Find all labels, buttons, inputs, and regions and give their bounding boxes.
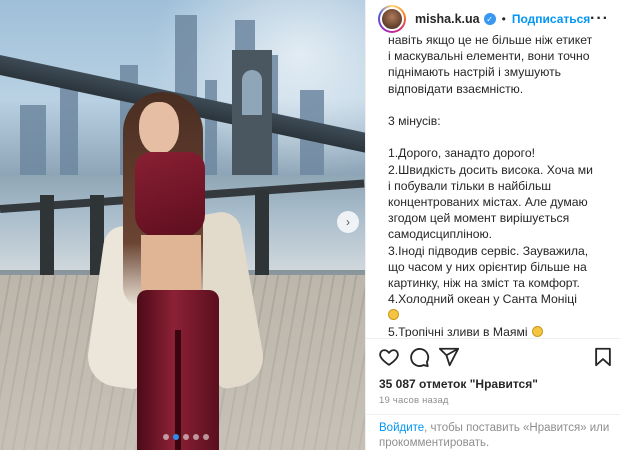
carousel-dot <box>163 434 169 440</box>
separator-dot: • <box>501 12 506 26</box>
carousel-next-button[interactable]: › <box>337 211 359 233</box>
caption-line: самодисципліною. <box>388 227 493 242</box>
caption-line: концентрованих містах. Але думаю <box>388 195 588 209</box>
caption-line: 3.Іноді підводив сервіс. Зауважила, <box>388 243 589 258</box>
carousel-dot <box>203 434 209 440</box>
caption-line <box>388 97 613 113</box>
divider <box>366 338 620 339</box>
caption-line: 4.Холодний океан у Санта Моніці <box>388 292 577 307</box>
caption-line: піднімають настрій і змушують <box>388 65 562 80</box>
caption-line: і побували тільки в найбільш <box>388 178 552 193</box>
username[interactable]: misha.k.ua <box>415 12 480 26</box>
caption-line: 1.Дорого, занадто дорого! <box>388 146 535 161</box>
post-photo[interactable]: › <box>0 0 365 450</box>
laughing-emoji-icon <box>531 325 543 337</box>
post-caption: навіть якщо це не більше ніж етикет і мас… <box>388 32 613 337</box>
heart-icon[interactable] <box>378 346 400 368</box>
caption-line: згодом цей момент вирішується <box>388 211 570 226</box>
caption-line: картинку, ніж на зміст та комфорт. <box>388 276 580 291</box>
caption-line: 2.Швидкість досить висока. Хоча ми <box>388 162 593 177</box>
likes-count[interactable]: 35 087 отметок "Нравится" <box>379 377 538 391</box>
caption-line: і маскувальні елементи, вони точно <box>388 49 590 64</box>
carousel-dot <box>183 434 189 440</box>
post-side-panel: misha.k.ua ✓ • Подписаться ··· навіть як… <box>365 0 620 450</box>
woman-figure <box>84 92 285 450</box>
caption-line <box>388 129 613 145</box>
chevron-right-icon: › <box>346 215 350 229</box>
laughing-emoji-icon <box>388 309 399 321</box>
caption-line: відповідати взаємністю. <box>388 81 524 96</box>
post-timestamp[interactable]: 19 часов назад <box>379 395 449 406</box>
caption-line <box>388 307 613 323</box>
carousel-dot <box>173 434 179 440</box>
login-link[interactable]: Войдите <box>379 422 424 434</box>
more-options-icon[interactable]: ··· <box>590 10 609 28</box>
follow-button[interactable]: Подписаться <box>512 12 590 26</box>
comment-icon[interactable] <box>408 346 430 368</box>
caption-line: 5.Тропічні зливи в Маямі <box>388 324 613 337</box>
bookmark-icon[interactable] <box>592 346 614 368</box>
caption-line: навіть якщо це не більше ніж етикет <box>388 33 593 47</box>
caption-line: що часом у них орієнтир більше на <box>388 259 587 274</box>
verified-badge-icon: ✓ <box>483 13 496 25</box>
carousel-dots <box>163 434 209 440</box>
share-icon[interactable] <box>438 346 460 368</box>
carousel-dot <box>193 434 199 440</box>
login-prompt: Войдите, чтобы поставить «Нравится» или … <box>379 421 611 450</box>
avatar[interactable] <box>378 5 406 33</box>
caption-line: 3 мінусів: <box>388 114 441 128</box>
divider <box>366 414 620 415</box>
post-actions <box>378 346 613 368</box>
